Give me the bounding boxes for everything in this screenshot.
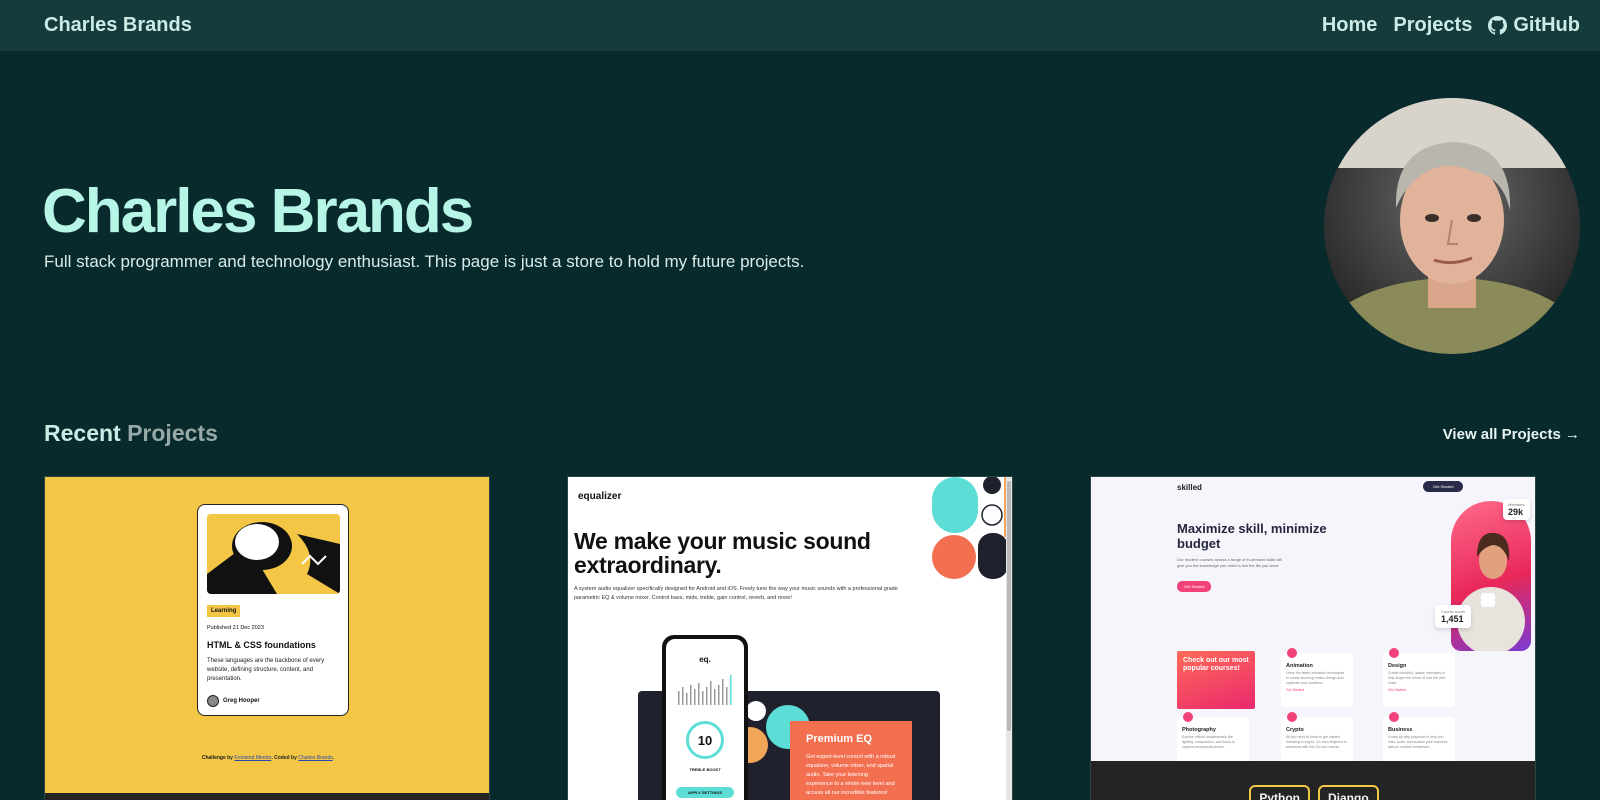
skilled-cta-button: Get Started — [1177, 581, 1212, 592]
skilled-header-button: Get Started — [1423, 481, 1464, 492]
hero-subtitle: Full stack programmer and technology ent… — [44, 252, 805, 271]
attribution-prefix: Challenge by — [201, 755, 233, 761]
premium-eq-panel: Premium EQ Get expert-level control with… — [790, 721, 912, 800]
preview-scrollbar — [1006, 477, 1012, 800]
treble-label: TREBLE BOOST — [689, 767, 721, 772]
nav-github-link[interactable]: GitHub — [1488, 14, 1580, 37]
course-cta: Get Started — [1286, 688, 1304, 692]
heading-projects: Projects — [127, 420, 218, 446]
premium-title: Premium EQ — [806, 733, 873, 745]
attribution-suffix: . — [332, 755, 335, 761]
treble-value: 10 — [686, 721, 724, 759]
author-name: Greg Hooper — [223, 698, 260, 704]
github-icon — [1488, 16, 1508, 35]
blog-illustration — [207, 514, 340, 594]
top-nav: Charles Brands Home Projects GitHub — [0, 0, 1600, 51]
learning-tag: Learning — [207, 605, 241, 617]
equalizer-body: A system audio equalizer specifically de… — [574, 586, 898, 601]
phone-mockup: eq. 10 TREBLE BOOST APPLY SETTINGS — [662, 635, 748, 800]
nav-projects-label: Projects — [1393, 14, 1473, 36]
members-badge: Members 29k — [1503, 499, 1530, 520]
crypto-icon — [1287, 712, 1297, 722]
course-title: Design — [1388, 663, 1407, 669]
decorative-shapes — [932, 477, 1012, 579]
hours-value: 1,451 — [1441, 614, 1464, 624]
course-hours-badge: Course hours 1,451 — [1435, 605, 1472, 628]
skilled-logo: skilled — [1177, 483, 1202, 492]
blog-title: HTML & CSS foundations — [207, 640, 316, 650]
brand-link[interactable]: Charles Brands — [44, 14, 192, 37]
apply-settings-button: APPLY SETTINGS — [676, 787, 734, 798]
author-avatar — [207, 695, 219, 707]
heading-recent: Recent — [44, 420, 121, 446]
course-title: Crypto — [1286, 727, 1304, 733]
course-desc: All you need to know to get started inve… — [1286, 735, 1348, 749]
nav-github-label: GitHub — [1513, 14, 1580, 36]
course-title: Animation — [1286, 663, 1313, 669]
nav-home-link[interactable]: Home — [1322, 14, 1378, 37]
skilled-headline: Maximize skill, minimize budget — [1177, 521, 1327, 551]
blog-description: These languages are the backbone of ever… — [207, 658, 325, 682]
nav-projects-link[interactable]: Projects — [1393, 14, 1472, 37]
attribution-link-author[interactable]: Charles Brands — [298, 755, 332, 761]
project-card-skilled[interactable]: skilled Get Started Maximize skill, mini… — [1090, 476, 1536, 800]
course-desc: Explore critical fundamentals like light… — [1182, 735, 1235, 749]
project-card-equalizer[interactable]: equalizer We make your music sound extra… — [567, 476, 1013, 800]
phone-screen: eq. 10 TREBLE BOOST APPLY SETTINGS — [666, 639, 744, 800]
design-icon — [1389, 648, 1399, 658]
tag-django[interactable]: Django — [1318, 785, 1379, 800]
premium-desc: Get expert-level control with a robust e… — [806, 754, 896, 796]
nav-links: Home Projects GitHub — [1322, 14, 1580, 37]
course-design: Design Create beautiful, usable interfac… — [1383, 648, 1455, 707]
publish-date: Published 21 Dec 2023 — [207, 625, 264, 631]
course-animation: Animation Learn the latest animation tec… — [1281, 648, 1353, 707]
preview-blog-card: Learning Published 21 Dec 2023 HTML & CS… — [197, 504, 349, 716]
course-desc: A step-by-step playbook to help you star… — [1388, 735, 1448, 749]
phone-title: eq. — [699, 655, 711, 664]
course-title: Business — [1388, 727, 1413, 733]
tag-python[interactable]: Python — [1249, 785, 1310, 800]
members-value: 29k — [1508, 507, 1524, 517]
profile-avatar — [1324, 98, 1580, 354]
recent-projects-heading: Recent Projects — [44, 420, 218, 447]
equalizer-logo: equalizer — [578, 491, 622, 502]
equalizer-headline: We make your music sound extraordinary. — [574, 528, 871, 578]
project-card-html-css[interactable]: Learning Published 21 Dec 2023 HTML & CS… — [44, 476, 490, 800]
view-all-projects-link[interactable]: View all Projects → — [1443, 426, 1580, 443]
avatar-illustration — [1324, 98, 1580, 354]
hero-photo — [1451, 501, 1531, 651]
animation-icon — [1287, 648, 1297, 658]
attribution-mid: . Coded by — [271, 755, 297, 761]
course-desc: Learn the latest animation techniques to… — [1286, 671, 1345, 685]
author: Greg Hooper — [207, 695, 260, 707]
attribution-link-frontend-mentor[interactable]: Frontend Mentor — [234, 755, 271, 761]
course-cta: Get Started — [1388, 688, 1406, 692]
nav-home-label: Home — [1321, 14, 1378, 36]
attribution: Challenge by Frontend Mentor. Coded by C… — [45, 755, 489, 761]
popular-courses-promo: Check out our most popular courses! — [1177, 651, 1255, 709]
photography-icon — [1183, 712, 1193, 722]
course-desc: Create beautiful, usable interfaces to h… — [1388, 671, 1446, 685]
tech-tags: Python Django — [1091, 785, 1535, 800]
skilled-subtext: Our modern courses across a range of in-… — [1177, 557, 1282, 568]
business-icon — [1389, 712, 1399, 722]
hero-title: Charles Brands — [42, 177, 474, 246]
card-footer-bar — [45, 793, 489, 800]
equalizer-bars — [678, 675, 732, 705]
course-title: Photography — [1182, 727, 1216, 733]
